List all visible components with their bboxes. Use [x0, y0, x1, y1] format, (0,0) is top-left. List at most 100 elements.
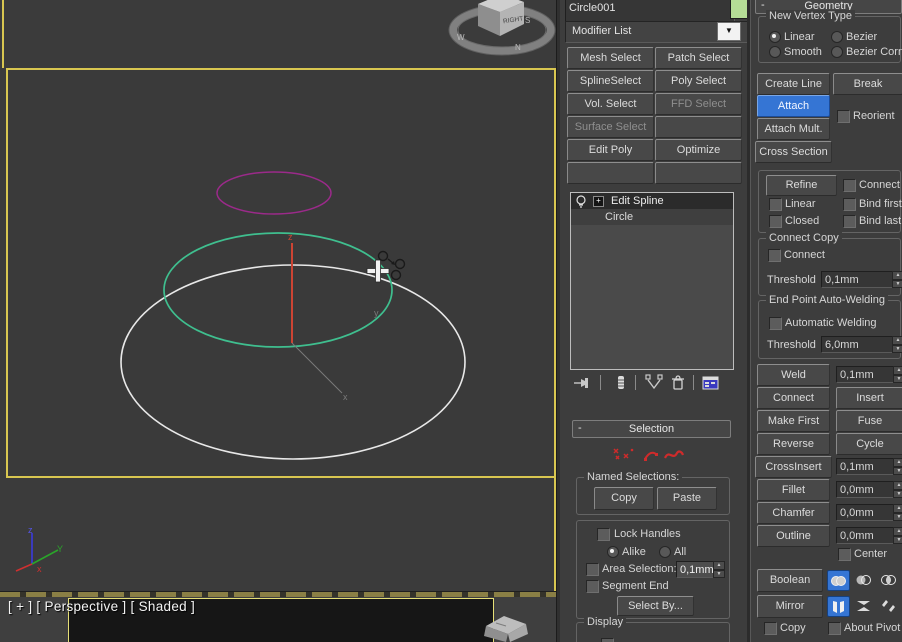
weld-button[interactable]: Weld: [757, 364, 830, 386]
collapse-icon[interactable]: -: [578, 421, 582, 435]
fillet-value-field[interactable]: 0,0mm: [836, 481, 895, 498]
patch-select-button[interactable]: Patch Select: [655, 47, 742, 69]
reverse-button[interactable]: Reverse: [757, 433, 830, 455]
reorient-checkbox[interactable]: [837, 110, 850, 123]
connect-copy-threshold-spinner[interactable]: ▲ ▼: [892, 271, 902, 288]
object-name-field[interactable]: Circle001: [565, 0, 735, 22]
spinner-down-icon[interactable]: ▼: [713, 569, 725, 578]
weld-value-spinner[interactable]: ▲ ▼: [893, 366, 902, 383]
collapse-icon[interactable]: -: [761, 0, 765, 12]
spinner-down-icon[interactable]: ▼: [893, 512, 902, 521]
spinner-down-icon[interactable]: ▼: [893, 466, 902, 475]
mirror-button[interactable]: Mirror: [757, 595, 823, 618]
about-pivot-checkbox[interactable]: [828, 622, 841, 635]
crossinsert-value-field[interactable]: 0,1mm: [836, 458, 895, 475]
outline-value-field[interactable]: 0,0mm: [836, 527, 895, 544]
connect-checkbox[interactable]: [843, 179, 856, 192]
area-selection-value-field[interactable]: 0,1mm: [676, 561, 714, 578]
spinner-up-icon[interactable]: ▲: [892, 336, 902, 345]
weld-threshold-spinner[interactable]: ▲ ▼: [892, 336, 902, 353]
area-selection-spinner[interactable]: ▲ ▼: [713, 561, 725, 578]
insert-button[interactable]: Insert: [836, 387, 902, 409]
mirror-copy-checkbox[interactable]: [764, 622, 777, 635]
boolean-button[interactable]: Boolean: [757, 569, 823, 592]
refine-button[interactable]: Refine: [766, 175, 837, 196]
dropdown-arrow-icon[interactable]: ▼: [717, 22, 741, 41]
scene-object-cube[interactable]: [482, 612, 528, 642]
spline-select-button[interactable]: SplineSelect: [567, 70, 654, 92]
stack-row-edit-spline[interactable]: + Edit Spline: [571, 193, 733, 209]
chamfer-spinner[interactable]: ▲ ▼: [893, 504, 902, 521]
smooth-vertex-radio[interactable]: [769, 46, 781, 58]
edit-poly-button[interactable]: Edit Poly: [567, 139, 654, 161]
crossinsert-spinner[interactable]: ▲ ▼: [893, 458, 902, 475]
spinner-up-icon[interactable]: ▲: [893, 366, 902, 375]
stack-base-object-label[interactable]: Circle: [605, 211, 633, 223]
spinner-up-icon[interactable]: ▲: [893, 504, 902, 513]
surface-select-button[interactable]: Surface Select: [567, 116, 654, 138]
connect-copy-threshold-field[interactable]: 0,1mm: [821, 271, 897, 288]
all-radio[interactable]: [659, 546, 671, 558]
alike-radio[interactable]: [607, 546, 619, 558]
closed-checkbox[interactable]: [769, 215, 782, 228]
visibility-bulb-icon[interactable]: [576, 194, 586, 208]
area-selection-checkbox[interactable]: [586, 563, 599, 576]
configure-modifier-sets-icon[interactable]: [702, 374, 720, 392]
spinner-up-icon[interactable]: ▲: [893, 481, 902, 490]
attach-button[interactable]: Attach: [757, 95, 830, 117]
mesh-select-button[interactable]: Mesh Select: [567, 47, 654, 69]
spline-subobject-icon[interactable]: [664, 447, 684, 463]
connect-button[interactable]: Connect: [757, 387, 830, 409]
spinner-up-icon[interactable]: ▲: [713, 561, 725, 570]
remove-modifier-icon[interactable]: [670, 374, 686, 392]
viewcube[interactable]: RIGHT W N S: [438, 0, 560, 58]
fuse-button[interactable]: Fuse: [836, 410, 902, 432]
linear-checkbox[interactable]: [769, 198, 782, 211]
automatic-welding-checkbox[interactable]: [769, 317, 782, 330]
segment-end-checkbox[interactable]: [586, 580, 599, 593]
boolean-union-icon[interactable]: [827, 570, 850, 591]
spinner-down-icon[interactable]: ▼: [893, 374, 902, 383]
spinner-down-icon[interactable]: ▼: [892, 279, 902, 288]
selection-rollout-header[interactable]: - Selection: [572, 420, 731, 438]
display-checkbox-partial[interactable]: [601, 638, 614, 642]
chamfer-value-field[interactable]: 0,0mm: [836, 504, 895, 521]
spline-circle-magenta[interactable]: [216, 171, 332, 215]
stack-row-circle[interactable]: Circle: [571, 209, 733, 225]
mirror-vertical-icon[interactable]: [853, 597, 873, 614]
linear-vertex-radio[interactable]: [769, 31, 781, 43]
viewport-label[interactable]: [ + ] [ Perspective ] [ Shaded ]: [8, 599, 195, 614]
lock-handles-checkbox[interactable]: [597, 528, 610, 541]
weld-value-field[interactable]: 0,1mm: [836, 366, 895, 383]
empty-button-3[interactable]: [655, 162, 742, 184]
segment-subobject-icon[interactable]: [643, 447, 659, 463]
spinner-up-icon[interactable]: ▲: [893, 458, 902, 467]
bezier-corner-vertex-radio[interactable]: [831, 46, 843, 58]
fillet-button[interactable]: Fillet: [757, 479, 830, 501]
cross-section-button[interactable]: Cross Section: [755, 141, 832, 163]
spline-circle-selected-teal[interactable]: [163, 232, 393, 348]
ffd-select-button[interactable]: FFD Select: [655, 93, 742, 115]
fillet-spinner[interactable]: ▲ ▼: [893, 481, 902, 498]
cycle-button[interactable]: Cycle: [836, 433, 902, 455]
vertex-subobject-icon[interactable]: [610, 446, 638, 463]
spinner-down-icon[interactable]: ▼: [893, 489, 902, 498]
bind-last-checkbox[interactable]: [843, 215, 856, 228]
expand-icon[interactable]: +: [593, 195, 604, 207]
stack-modifier-label[interactable]: Edit Spline: [611, 195, 664, 207]
make-first-button[interactable]: Make First: [757, 410, 830, 432]
empty-button-1[interactable]: [655, 116, 742, 138]
paste-named-selection-button[interactable]: Paste: [657, 487, 717, 510]
poly-select-button[interactable]: Poly Select: [655, 70, 742, 92]
attach-mult-button[interactable]: Attach Mult.: [757, 118, 830, 140]
break-button[interactable]: Break: [833, 73, 902, 95]
create-line-button[interactable]: Create Line: [757, 73, 830, 95]
spinner-down-icon[interactable]: ▼: [892, 344, 902, 353]
show-end-result-icon[interactable]: [613, 374, 629, 392]
outline-button[interactable]: Outline: [757, 525, 830, 547]
connect-copy-checkbox[interactable]: [768, 249, 781, 262]
spinner-up-icon[interactable]: ▲: [893, 527, 902, 536]
pin-stack-icon[interactable]: [573, 374, 591, 392]
optimize-button[interactable]: Optimize: [655, 139, 742, 161]
boolean-subtraction-icon[interactable]: [853, 571, 873, 588]
